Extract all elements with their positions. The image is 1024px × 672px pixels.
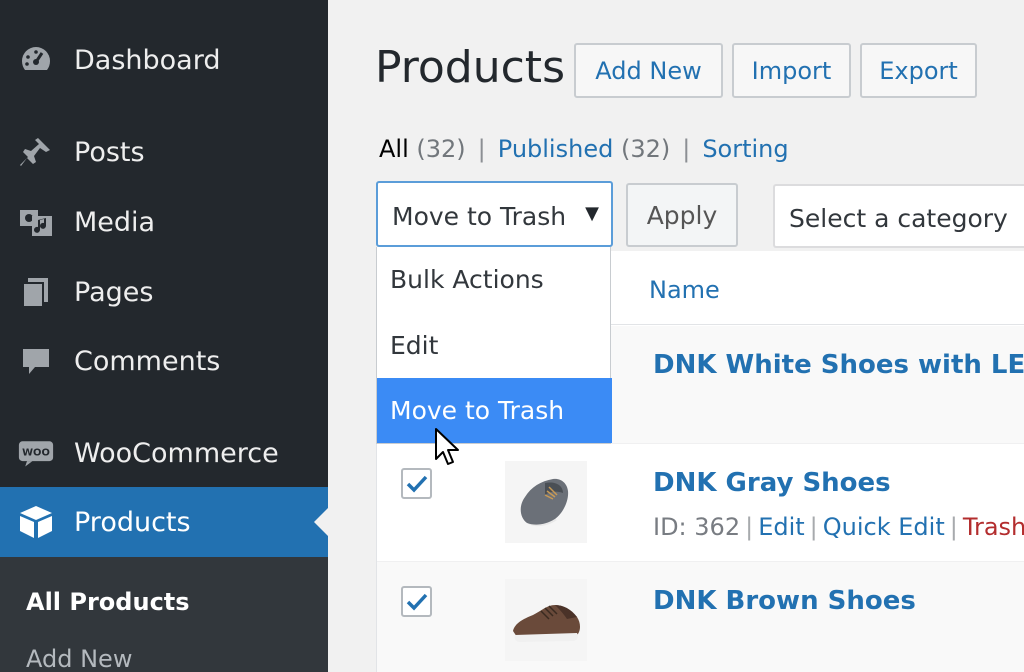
sidebar-item-label: Dashboard: [74, 44, 221, 76]
sidebar-item-pages[interactable]: Pages: [0, 261, 328, 323]
action-separator: |: [949, 513, 958, 541]
bulk-actions-value: Move to Trash: [392, 202, 567, 231]
box-icon: [18, 504, 54, 540]
status-filter-links: All (32) | Published (32) | Sorting: [379, 135, 789, 163]
sidebar-item-woocommerce[interactable]: WOO WooCommerce: [0, 422, 328, 484]
quick-edit-link[interactable]: Quick Edit: [823, 513, 945, 541]
table-row: DNK Brown Shoes: [377, 562, 1024, 672]
import-button[interactable]: Import: [732, 43, 851, 98]
product-name-link[interactable]: DNK Brown Shoes: [653, 586, 916, 616]
checkmark-icon: [406, 475, 427, 493]
category-select[interactable]: Select a category: [773, 184, 1024, 248]
media-icon: [18, 204, 54, 240]
dashboard-icon: [18, 42, 54, 78]
export-button[interactable]: Export: [860, 43, 977, 98]
sidebar-item-label: Pages: [74, 276, 154, 308]
product-name-link[interactable]: DNK Gray Shoes: [653, 468, 891, 498]
apply-button[interactable]: Apply: [626, 183, 738, 247]
sidebar-item-dashboard[interactable]: Dashboard: [0, 29, 328, 91]
pages-icon: [18, 274, 54, 310]
comment-icon: [18, 343, 54, 379]
filter-sorting[interactable]: Sorting: [702, 135, 788, 163]
product-thumbnail-gray-shoe[interactable]: [505, 461, 587, 543]
bulk-actions-dropdown: Bulk Actions Edit Move to Trash: [376, 247, 612, 444]
filter-published[interactable]: Published: [498, 135, 614, 163]
row-checkbox[interactable]: [401, 468, 432, 499]
filter-separator: |: [682, 135, 691, 163]
products-submenu: All Products Add New: [0, 557, 328, 672]
trash-link[interactable]: Trash: [963, 513, 1024, 541]
sidebar-item-label: Posts: [74, 136, 145, 168]
row-actions: ID: 362 | Edit | Quick Edit | Trash: [653, 513, 1024, 541]
sidebar-item-label: Products: [74, 506, 191, 538]
svg-text:WOO: WOO: [22, 448, 50, 459]
filter-separator: |: [477, 135, 486, 163]
dropdown-arrow-icon: ▼: [585, 203, 599, 224]
pin-icon: [18, 134, 54, 170]
sidebar-item-comments[interactable]: Comments: [0, 330, 328, 392]
submenu-all-products[interactable]: All Products: [26, 588, 190, 616]
active-menu-arrow: [314, 508, 328, 536]
filter-published-count: (32): [620, 135, 671, 163]
filter-all-count: (32): [416, 135, 466, 163]
table-row: DNK Gray Shoes ID: 362 | Edit | Quick Edit | T…: [377, 444, 1024, 562]
edit-link[interactable]: Edit: [758, 513, 804, 541]
bulk-actions-select[interactable]: Move to Trash ▼: [376, 181, 613, 247]
checkmark-icon: [406, 593, 427, 611]
sidebar-item-posts[interactable]: Posts: [0, 121, 328, 183]
page-title: Products: [375, 42, 565, 93]
category-placeholder: Select a category: [789, 204, 1008, 233]
add-new-button[interactable]: Add New: [574, 43, 723, 98]
sidebar-item-label: Comments: [74, 345, 221, 377]
action-separator: |: [809, 513, 818, 541]
mouse-pointer-icon: [435, 428, 459, 465]
sidebar-item-label: Media: [74, 206, 156, 238]
product-id: ID: 362: [653, 513, 741, 541]
product-name-link[interactable]: DNK White Shoes with LED: [653, 350, 1024, 380]
filter-all[interactable]: All: [379, 135, 409, 163]
product-thumbnail-brown-shoe[interactable]: [505, 579, 587, 661]
admin-sidebar: Dashboard Posts Media Pages Comments WOO…: [0, 0, 328, 672]
column-header-name[interactable]: Name: [649, 276, 720, 304]
sidebar-item-products[interactable]: Products: [0, 487, 328, 557]
main-content: Products Add New Import Export All (32) |…: [328, 0, 1024, 672]
submenu-add-new[interactable]: Add New: [26, 645, 132, 672]
woocommerce-icon: WOO: [18, 435, 54, 471]
option-bulk-actions[interactable]: Bulk Actions: [377, 247, 612, 312]
sidebar-item-media[interactable]: Media: [0, 191, 328, 253]
option-move-to-trash[interactable]: Move to Trash: [377, 378, 612, 443]
sidebar-item-label: WooCommerce: [74, 437, 279, 469]
option-edit[interactable]: Edit: [377, 313, 612, 378]
action-separator: |: [745, 513, 754, 541]
row-checkbox[interactable]: [401, 586, 432, 617]
